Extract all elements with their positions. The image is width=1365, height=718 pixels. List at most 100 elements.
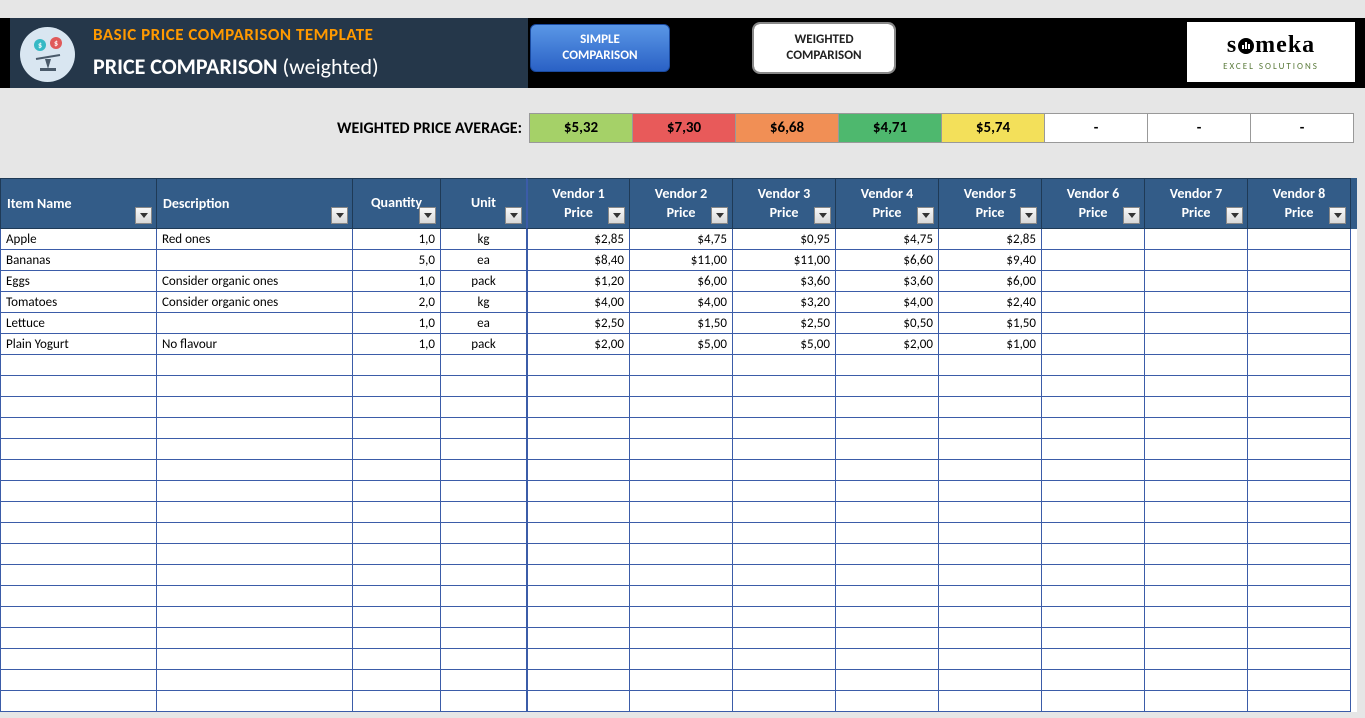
- price-cell[interactable]: [835, 523, 939, 544]
- cell[interactable]: [156, 460, 353, 481]
- price-cell[interactable]: [629, 649, 733, 670]
- price-cell[interactable]: [1247, 628, 1351, 649]
- price-cell[interactable]: [1247, 334, 1351, 355]
- price-cell[interactable]: [732, 376, 836, 397]
- price-cell[interactable]: [835, 397, 939, 418]
- cell[interactable]: [0, 628, 157, 649]
- price-cell[interactable]: [1041, 691, 1145, 712]
- price-cell[interactable]: [1247, 439, 1351, 460]
- price-cell[interactable]: [526, 649, 630, 670]
- cell[interactable]: [156, 355, 353, 376]
- price-cell[interactable]: [1041, 544, 1145, 565]
- price-cell[interactable]: $3,60: [732, 271, 836, 292]
- price-cell[interactable]: [732, 523, 836, 544]
- price-cell[interactable]: [732, 670, 836, 691]
- cell[interactable]: [0, 397, 157, 418]
- price-cell[interactable]: [1247, 229, 1351, 250]
- price-cell[interactable]: [629, 607, 733, 628]
- price-cell[interactable]: [835, 691, 939, 712]
- col-vendor-price[interactable]: Vendor 7Price: [1144, 178, 1248, 229]
- cell[interactable]: [0, 586, 157, 607]
- price-cell[interactable]: [1144, 250, 1248, 271]
- price-cell[interactable]: [1144, 313, 1248, 334]
- price-cell[interactable]: [1041, 250, 1145, 271]
- price-cell[interactable]: [835, 355, 939, 376]
- price-cell[interactable]: [526, 691, 630, 712]
- price-cell[interactable]: [938, 502, 1042, 523]
- price-cell[interactable]: $0,50: [835, 313, 939, 334]
- price-cell[interactable]: [526, 502, 630, 523]
- cell[interactable]: 5,0: [352, 250, 441, 271]
- price-cell[interactable]: [1247, 292, 1351, 313]
- price-cell[interactable]: [1041, 586, 1145, 607]
- price-cell[interactable]: [526, 397, 630, 418]
- price-cell[interactable]: [938, 649, 1042, 670]
- price-cell[interactable]: [835, 376, 939, 397]
- price-cell[interactable]: [629, 502, 733, 523]
- cell[interactable]: [440, 691, 527, 712]
- price-cell[interactable]: [1144, 460, 1248, 481]
- price-cell[interactable]: [526, 523, 630, 544]
- price-cell[interactable]: [1041, 229, 1145, 250]
- cell[interactable]: [440, 649, 527, 670]
- price-cell[interactable]: $5,00: [732, 334, 836, 355]
- cell[interactable]: No flavour: [156, 334, 353, 355]
- cell[interactable]: [0, 355, 157, 376]
- cell[interactable]: kg: [440, 292, 527, 313]
- price-cell[interactable]: [629, 418, 733, 439]
- price-cell[interactable]: [938, 523, 1042, 544]
- price-cell[interactable]: [1041, 418, 1145, 439]
- price-cell[interactable]: [835, 628, 939, 649]
- filter-dropdown-icon[interactable]: [1329, 207, 1346, 224]
- price-cell[interactable]: $1,00: [938, 334, 1042, 355]
- filter-dropdown-icon[interactable]: [135, 207, 152, 224]
- price-cell[interactable]: [938, 628, 1042, 649]
- price-cell[interactable]: [1041, 313, 1145, 334]
- price-cell[interactable]: [835, 565, 939, 586]
- price-cell[interactable]: $8,40: [526, 250, 630, 271]
- cell[interactable]: 1,0: [352, 334, 441, 355]
- cell[interactable]: [352, 691, 441, 712]
- price-cell[interactable]: [526, 628, 630, 649]
- col-vendor-price[interactable]: Vendor 8Price: [1247, 178, 1351, 229]
- filter-dropdown-icon[interactable]: [814, 207, 831, 224]
- filter-dropdown-icon[interactable]: [419, 207, 436, 224]
- cell[interactable]: [156, 418, 353, 439]
- price-cell[interactable]: $4,00: [629, 292, 733, 313]
- price-cell[interactable]: [732, 439, 836, 460]
- price-cell[interactable]: [1247, 271, 1351, 292]
- price-cell[interactable]: [835, 544, 939, 565]
- price-cell[interactable]: [1041, 355, 1145, 376]
- cell[interactable]: [156, 481, 353, 502]
- weighted-comparison-button[interactable]: WEIGHTED COMPARISON: [754, 24, 894, 72]
- price-cell[interactable]: [732, 544, 836, 565]
- price-cell[interactable]: $2,50: [732, 313, 836, 334]
- cell[interactable]: [440, 607, 527, 628]
- price-cell[interactable]: [938, 670, 1042, 691]
- cell[interactable]: [156, 670, 353, 691]
- cell[interactable]: [440, 481, 527, 502]
- price-cell[interactable]: [835, 649, 939, 670]
- price-cell[interactable]: [1144, 481, 1248, 502]
- price-cell[interactable]: [629, 586, 733, 607]
- cell[interactable]: [156, 607, 353, 628]
- cell[interactable]: [156, 502, 353, 523]
- price-cell[interactable]: [938, 376, 1042, 397]
- cell[interactable]: [440, 460, 527, 481]
- price-cell[interactable]: [1041, 607, 1145, 628]
- price-cell[interactable]: [938, 565, 1042, 586]
- price-cell[interactable]: [732, 691, 836, 712]
- price-cell[interactable]: $2,50: [526, 313, 630, 334]
- cell[interactable]: [0, 439, 157, 460]
- price-cell[interactable]: [1144, 649, 1248, 670]
- col-quantity[interactable]: Quantity: [352, 178, 441, 229]
- price-cell[interactable]: [1041, 481, 1145, 502]
- filter-dropdown-icon[interactable]: [917, 207, 934, 224]
- cell[interactable]: [440, 544, 527, 565]
- price-cell[interactable]: [1247, 397, 1351, 418]
- price-cell[interactable]: [1247, 502, 1351, 523]
- price-cell[interactable]: [1144, 502, 1248, 523]
- cell[interactable]: [156, 628, 353, 649]
- cell[interactable]: [0, 565, 157, 586]
- price-cell[interactable]: [1144, 607, 1248, 628]
